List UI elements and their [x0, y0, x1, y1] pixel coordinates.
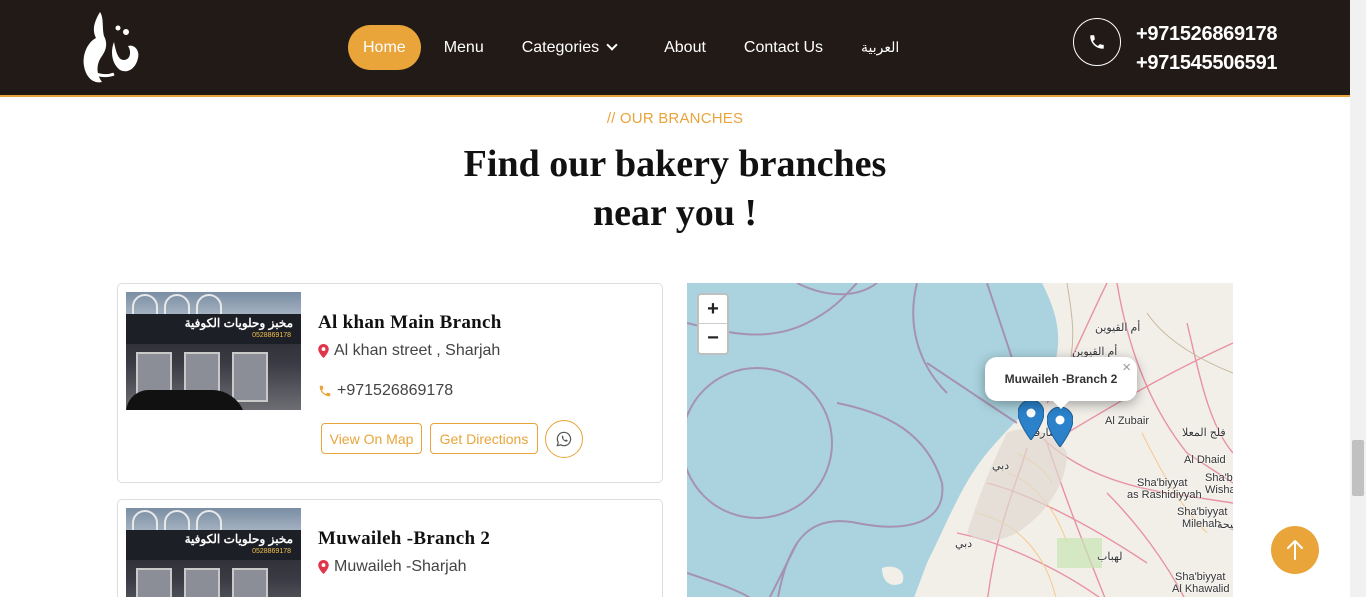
- header-phone-numbers: +971526869178 +971545506591: [1136, 20, 1278, 78]
- branch-address: Al khan street , Sharjah: [318, 342, 500, 360]
- storefront-sign-phone: 0528869178: [252, 548, 291, 555]
- chevron-down-icon: [606, 39, 618, 51]
- map-label: فلج المعلا: [1182, 427, 1226, 439]
- zoom-out-button[interactable]: −: [699, 324, 727, 353]
- map-marker-icon: [318, 560, 329, 574]
- branch-address: Muwaileh -Sharjah: [318, 558, 467, 576]
- section-title-line1: Find our bakery branches: [463, 143, 887, 185]
- phone-icon: [319, 385, 331, 397]
- nav-categories[interactable]: Categories: [507, 25, 631, 70]
- close-icon[interactable]: ×: [1122, 359, 1131, 376]
- storefront-window: [232, 352, 268, 402]
- storefront-sign-phone: 0528869178: [252, 332, 291, 339]
- nav-menu[interactable]: Menu: [429, 25, 499, 70]
- main-nav: Home Menu Categories About Contact Us ال…: [348, 25, 922, 70]
- section-title: Find our bakery branches near you !: [0, 140, 1350, 238]
- map-label: Sha'biyyat: [1137, 477, 1188, 489]
- back-to-top-button[interactable]: [1271, 526, 1319, 574]
- whatsapp-button[interactable]: [545, 420, 583, 458]
- get-directions-button[interactable]: Get Directions: [430, 423, 538, 454]
- page-scrollbar[interactable]: [1350, 0, 1366, 597]
- map-label: as Rashidiyyah: [1127, 489, 1202, 501]
- section-title-line2: near you !: [593, 192, 757, 234]
- page-scrollbar-thumb[interactable]: [1352, 440, 1364, 496]
- whatsapp-icon: [556, 431, 572, 447]
- site-logo[interactable]: [74, 8, 144, 88]
- map-label: Sha'biyyat: [1175, 571, 1226, 583]
- branch-phone[interactable]: +971526869178: [318, 382, 453, 400]
- nav-about[interactable]: About: [649, 25, 721, 70]
- storefront-sign: مخبز وحلويات الكوفية 0528869178: [126, 314, 301, 344]
- storefront-window: [184, 568, 220, 597]
- storefront-sign-text: مخبز وحلويات الكوفية: [184, 532, 293, 546]
- branch-name: Al khan Main Branch: [318, 312, 502, 333]
- nav-menu-label: Menu: [443, 39, 484, 56]
- map-label: Milehah: [1182, 518, 1221, 530]
- nav-language-arabic[interactable]: العربية: [846, 25, 914, 70]
- map-label: لهباب: [1097, 551, 1123, 563]
- map-label: دبي: [992, 460, 1010, 472]
- branches-map[interactable]: + − أم القيوين أم القيوين Al Zubair فلج …: [687, 283, 1233, 597]
- branch-phone-text: +971526869178: [337, 382, 454, 399]
- nav-contact-label: Contact Us: [743, 39, 824, 56]
- branch-card: مخبز وحلويات الكوفية 0528869178 Muwaileh…: [117, 499, 663, 597]
- nav-contact[interactable]: Contact Us: [729, 25, 838, 70]
- site-header: Home Menu Categories About Contact Us ال…: [0, 0, 1350, 97]
- branch-card: مخبز وحلويات الكوفية 0528869178 Al khan …: [117, 283, 663, 483]
- map-label: Wisha: [1205, 484, 1233, 496]
- map-label: Sha'bi: [1205, 472, 1233, 484]
- map-popup-tip: [1051, 399, 1071, 409]
- map-label: Al Khawalid: [1172, 583, 1230, 595]
- storefront-window: [136, 568, 172, 597]
- page: Home Menu Categories About Contact Us ال…: [0, 0, 1366, 597]
- map-marker-icon: [318, 344, 329, 358]
- phone-icon[interactable]: [1073, 18, 1121, 66]
- branch-photo: مخبز وحلويات الكوفية 0528869178: [126, 292, 301, 410]
- storefront-sign: مخبز وحلويات الكوفية 0528869178: [126, 530, 301, 560]
- storefront-window: [232, 568, 268, 597]
- parked-car: [126, 390, 246, 410]
- storefront-sign-text: مخبز وحلويات الكوفية: [184, 316, 293, 330]
- zoom-in-button[interactable]: +: [699, 295, 727, 324]
- nav-language-label: العربية: [861, 39, 900, 55]
- map-label: Al Dhaid: [1184, 454, 1226, 466]
- map-label: Al Zubair: [1105, 415, 1150, 427]
- branch-name: Muwaileh -Branch 2: [318, 528, 491, 549]
- nav-home[interactable]: Home: [348, 25, 421, 70]
- view-on-map-button[interactable]: View On Map: [321, 423, 422, 454]
- branch-address-text: Al khan street , Sharjah: [334, 342, 501, 359]
- branch-map-marker[interactable]: [1018, 400, 1044, 440]
- header-phone-2[interactable]: +971545506591: [1136, 49, 1278, 78]
- arrow-up-icon: [1287, 540, 1303, 560]
- map-label: Sha'biyyat: [1177, 506, 1228, 518]
- map-label: أم القيوين: [1095, 322, 1141, 334]
- zoom-control: + −: [697, 293, 729, 355]
- map-popup-text: Muwaileh -Branch 2: [1004, 372, 1118, 386]
- nav-categories-label: Categories: [521, 39, 600, 56]
- nav-about-label: About: [664, 39, 706, 56]
- map-label: مليحة: [1217, 519, 1233, 531]
- section-eyebrow: // OUR BRANCHES: [606, 110, 744, 127]
- map-popup: Muwaileh -Branch 2 ×: [985, 357, 1137, 401]
- branch-photo: مخبز وحلويات الكوفية 0528869178: [126, 508, 301, 597]
- nav-home-label: Home: [363, 39, 406, 56]
- branch-map-marker[interactable]: [1047, 407, 1073, 447]
- header-phone-1[interactable]: +971526869178: [1136, 20, 1278, 49]
- map-label: دبي: [955, 538, 973, 550]
- branch-address-text: Muwaileh -Sharjah: [334, 558, 467, 575]
